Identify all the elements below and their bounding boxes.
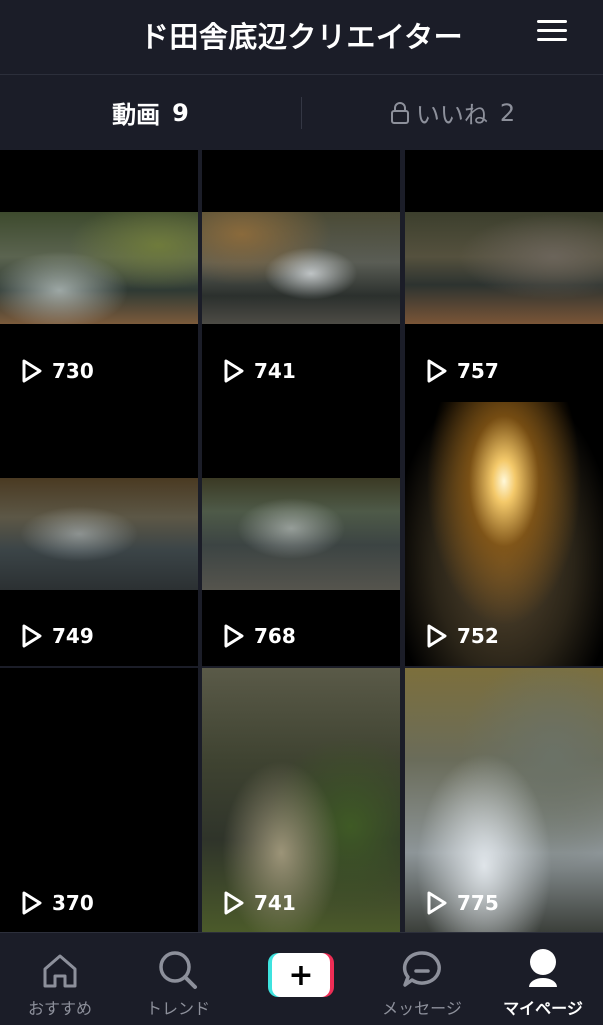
tab-videos-label: 動画 (112, 101, 161, 129)
video-thumbnail (202, 212, 400, 324)
profile-icon (529, 949, 557, 987)
bottom-nav: おすすめ トレンド + メッセージ マイページ (0, 932, 603, 1025)
play-count: 775 (425, 890, 499, 916)
play-icon (22, 891, 42, 915)
play-count: 749 (20, 623, 94, 649)
video-tile[interactable]: 752 (405, 402, 603, 666)
play-icon (427, 891, 447, 915)
tab-likes[interactable]: いいね 2 (302, 75, 603, 150)
video-tile[interactable]: 768 (202, 402, 400, 666)
play-count: 730 (20, 358, 94, 384)
video-tile[interactable]: 775 (405, 668, 603, 932)
play-count: 370 (20, 890, 94, 916)
video-thumbnail (405, 212, 603, 324)
video-tile[interactable]: 757 (405, 150, 603, 414)
play-count-value: 768 (254, 624, 296, 648)
play-icon (427, 624, 447, 648)
search-icon (159, 951, 197, 989)
play-count: 741 (222, 890, 296, 916)
play-count-value: 752 (457, 624, 499, 648)
add-video-button[interactable]: + (268, 953, 334, 997)
play-count: 768 (222, 623, 296, 649)
nav-label-messages: メッセージ (382, 999, 462, 1018)
video-tile[interactable]: 370 (0, 668, 198, 932)
play-icon (224, 624, 244, 648)
lock-icon (390, 101, 409, 124)
nav-item-messages[interactable]: メッセージ (362, 933, 482, 1025)
play-count-value: 749 (52, 624, 94, 648)
play-count: 741 (222, 358, 296, 384)
tab-likes-label: いいね (415, 101, 488, 129)
profile-tabs: 動画 9 いいね 2 (0, 75, 603, 224)
nav-label-mypage: マイページ (503, 999, 583, 1018)
play-count-value: 775 (457, 891, 499, 915)
video-tile[interactable]: 749 (0, 402, 198, 666)
app-header: ド田舎底辺クリエイター (0, 0, 603, 75)
play-icon (22, 624, 42, 648)
video-thumbnail (0, 212, 198, 324)
play-count-value: 741 (254, 359, 296, 383)
play-count-value: 730 (52, 359, 94, 383)
video-thumbnail (202, 478, 400, 590)
hamburger-menu-icon[interactable] (537, 20, 567, 46)
play-count-value: 757 (457, 359, 499, 383)
nav-item-mypage[interactable]: マイページ (483, 933, 603, 1025)
video-tile[interactable]: 741 (202, 150, 400, 414)
tab-likes-count: 2 (499, 98, 516, 127)
message-icon (402, 951, 441, 987)
play-count: 757 (425, 358, 499, 384)
play-icon (224, 891, 244, 915)
tab-videos-count: 9 (172, 98, 189, 127)
nav-label-home: おすすめ (27, 999, 92, 1018)
tab-videos[interactable]: 動画 9 (0, 75, 301, 150)
page-title: ド田舎底辺クリエイター (139, 20, 464, 54)
nav-item-trend[interactable]: トレンド (118, 933, 238, 1025)
video-tile[interactable]: 741 (202, 668, 400, 932)
plus-icon: + (272, 953, 330, 997)
play-count: 752 (425, 623, 499, 649)
play-count-value: 741 (254, 891, 296, 915)
video-grid: 730 741 757 749 768 752 370 741 775 (0, 150, 603, 932)
video-tile[interactable]: 730 (0, 150, 198, 414)
play-count-value: 370 (52, 891, 94, 915)
home-icon (43, 954, 77, 988)
play-icon (22, 359, 42, 383)
nav-label-trend: トレンド (145, 999, 210, 1018)
play-icon (224, 359, 244, 383)
nav-item-home[interactable]: おすすめ (0, 933, 120, 1025)
video-thumbnail (0, 478, 198, 590)
play-icon (427, 359, 447, 383)
